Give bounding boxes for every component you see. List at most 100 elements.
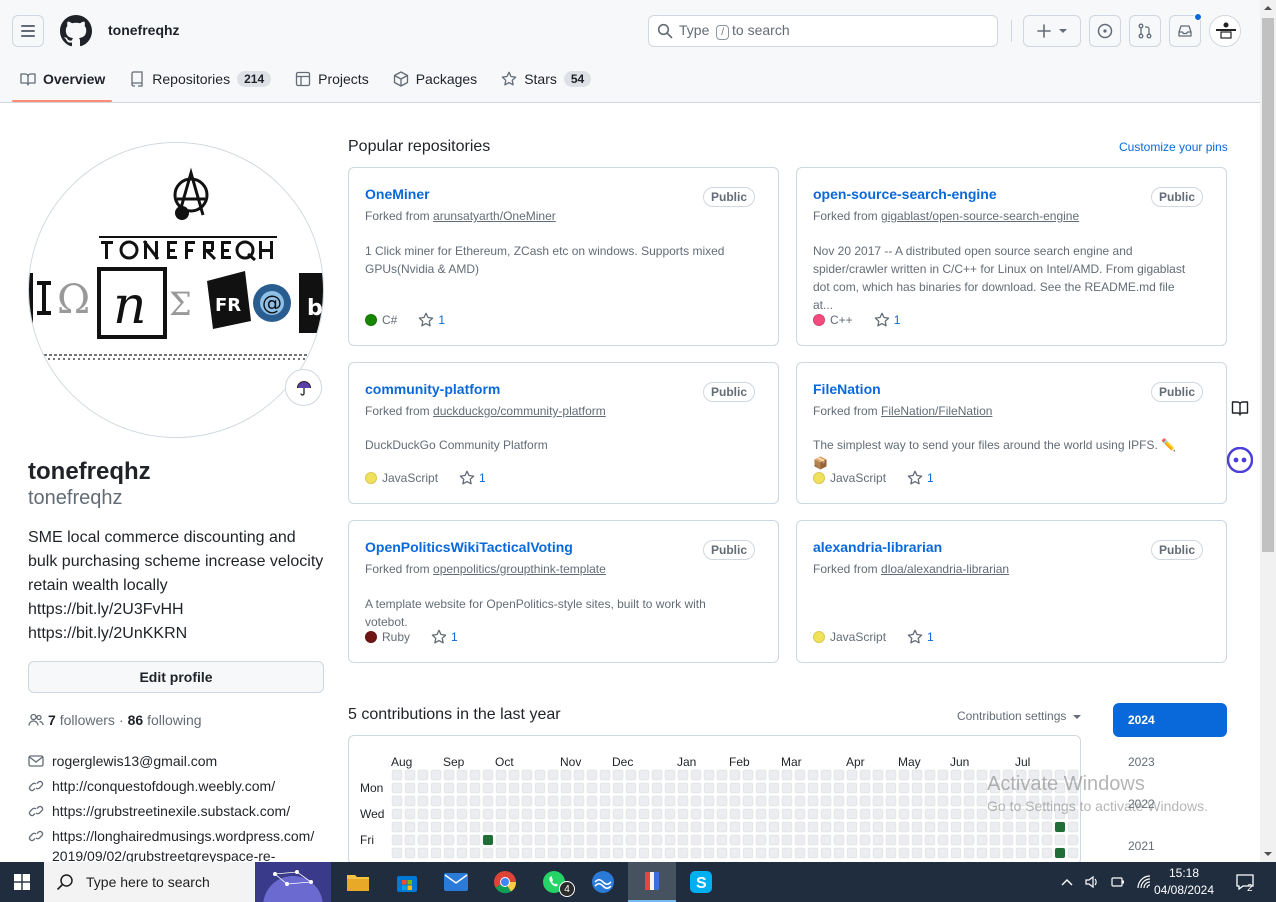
contribution-cell[interactable] xyxy=(729,782,741,794)
contribution-cell[interactable] xyxy=(482,795,494,807)
contribution-cell[interactable] xyxy=(664,808,676,820)
contribution-cell[interactable] xyxy=(859,821,871,833)
repo-stars[interactable]: 1 xyxy=(418,312,445,328)
contribution-cell[interactable] xyxy=(716,808,728,820)
volume-icon[interactable] xyxy=(1084,874,1100,890)
contribution-cell[interactable] xyxy=(417,834,429,846)
contribution-cell[interactable] xyxy=(716,834,728,846)
contribution-cell[interactable] xyxy=(976,782,988,794)
contribution-cell[interactable] xyxy=(885,847,897,859)
contribution-cell[interactable] xyxy=(924,782,936,794)
contribution-cell[interactable] xyxy=(586,782,598,794)
contribution-cell[interactable] xyxy=(872,808,884,820)
contribution-cell[interactable] xyxy=(703,782,715,794)
contribution-cell[interactable] xyxy=(469,808,481,820)
contribution-cell[interactable] xyxy=(495,808,507,820)
contribution-cell[interactable] xyxy=(482,847,494,859)
contribution-cell[interactable] xyxy=(950,808,962,820)
contribution-cell[interactable] xyxy=(820,834,832,846)
contribution-cell[interactable] xyxy=(781,834,793,846)
contribution-cell[interactable] xyxy=(508,782,520,794)
contribution-cell[interactable] xyxy=(820,808,832,820)
contribution-cell[interactable] xyxy=(768,795,780,807)
profile-link-1[interactable]: http://conquestofdough.weebly.com/ xyxy=(28,776,328,796)
contribution-cell[interactable] xyxy=(755,769,767,781)
forked-from-link[interactable]: openpolitics/groupthink-template xyxy=(433,562,606,576)
wifi-icon[interactable] xyxy=(1136,874,1152,890)
contribution-cell[interactable] xyxy=(898,808,910,820)
contribution-cell[interactable] xyxy=(911,795,923,807)
contribution-cell[interactable] xyxy=(729,821,741,833)
contribution-cell[interactable] xyxy=(625,834,637,846)
contribution-cell[interactable] xyxy=(521,847,533,859)
contribution-cell[interactable] xyxy=(976,808,988,820)
contribution-cell[interactable] xyxy=(1041,834,1053,846)
contribution-cell[interactable] xyxy=(534,795,546,807)
contribution-cell[interactable] xyxy=(534,821,546,833)
contribution-cell[interactable] xyxy=(664,795,676,807)
contribution-cell[interactable] xyxy=(833,808,845,820)
contribution-cell[interactable] xyxy=(742,808,754,820)
contribution-cell[interactable] xyxy=(677,808,689,820)
contribution-cell[interactable] xyxy=(651,847,663,859)
repo-stars[interactable]: 1 xyxy=(874,312,900,328)
contribution-cell[interactable] xyxy=(586,769,598,781)
followers-link[interactable]: 7 followers xyxy=(48,712,115,728)
contribution-cell[interactable] xyxy=(742,769,754,781)
contribution-cell[interactable] xyxy=(443,821,455,833)
contribution-cell[interactable] xyxy=(638,847,650,859)
contribution-cell[interactable] xyxy=(703,795,715,807)
contribution-cell[interactable] xyxy=(508,769,520,781)
contribution-cell[interactable] xyxy=(716,821,728,833)
contribution-cell[interactable] xyxy=(521,795,533,807)
contribution-cell[interactable] xyxy=(924,847,936,859)
contribution-cell[interactable] xyxy=(807,769,819,781)
contribution-cell[interactable] xyxy=(443,847,455,859)
contribution-cell[interactable] xyxy=(404,808,416,820)
contribution-cell[interactable] xyxy=(560,769,572,781)
contribution-cell[interactable] xyxy=(976,769,988,781)
tab-projects[interactable]: Projects xyxy=(287,62,381,96)
contribution-cell[interactable] xyxy=(989,847,1001,859)
set-status-button[interactable] xyxy=(285,369,322,406)
contribution-cell[interactable] xyxy=(846,821,858,833)
contribution-cell[interactable] xyxy=(417,847,429,859)
contribution-cell[interactable] xyxy=(612,795,624,807)
contribution-cell[interactable] xyxy=(833,795,845,807)
forked-from-link[interactable]: arunsatyarth/OneMiner xyxy=(433,209,556,223)
contribution-cell[interactable] xyxy=(846,834,858,846)
contribution-cell[interactable] xyxy=(976,834,988,846)
user-avatar[interactable] xyxy=(1209,15,1241,47)
contribution-cell[interactable] xyxy=(508,834,520,846)
contribution-cell[interactable] xyxy=(846,808,858,820)
contribution-cell[interactable] xyxy=(755,847,767,859)
contribution-cell[interactable] xyxy=(599,808,611,820)
contribution-cell[interactable] xyxy=(976,847,988,859)
contribution-cell[interactable] xyxy=(716,847,728,859)
edit-profile-button[interactable]: Edit profile xyxy=(28,661,324,693)
github-logo-icon[interactable] xyxy=(60,15,92,47)
forked-from-link[interactable]: dloa/alexandria-librarian xyxy=(881,562,1009,576)
sync-app[interactable] xyxy=(579,862,627,902)
contribution-cell[interactable] xyxy=(430,847,442,859)
contribution-cell[interactable] xyxy=(872,834,884,846)
repo-name-link[interactable]: alexandria-librarian xyxy=(813,539,942,555)
contribution-cell[interactable] xyxy=(560,834,572,846)
chevron-up-icon[interactable] xyxy=(1060,877,1074,887)
contribution-cell[interactable] xyxy=(768,847,780,859)
contribution-cell[interactable] xyxy=(924,795,936,807)
contribution-cell[interactable] xyxy=(391,769,403,781)
contribution-cell[interactable] xyxy=(534,769,546,781)
active-browser-app[interactable] xyxy=(628,862,676,902)
contribution-cell[interactable] xyxy=(443,808,455,820)
contribution-cell[interactable] xyxy=(391,795,403,807)
start-button[interactable] xyxy=(0,862,44,902)
contribution-cell[interactable] xyxy=(495,834,507,846)
contribution-cell[interactable] xyxy=(547,834,559,846)
contribution-cell[interactable] xyxy=(1028,847,1040,859)
profile-link-2[interactable]: https://grubstreetinexile.substack.com/ xyxy=(28,801,328,821)
contribution-cell[interactable] xyxy=(534,782,546,794)
year-2023-link[interactable]: 2023 xyxy=(1128,755,1155,769)
contribution-cell[interactable] xyxy=(911,782,923,794)
contribution-cell[interactable] xyxy=(534,847,546,859)
